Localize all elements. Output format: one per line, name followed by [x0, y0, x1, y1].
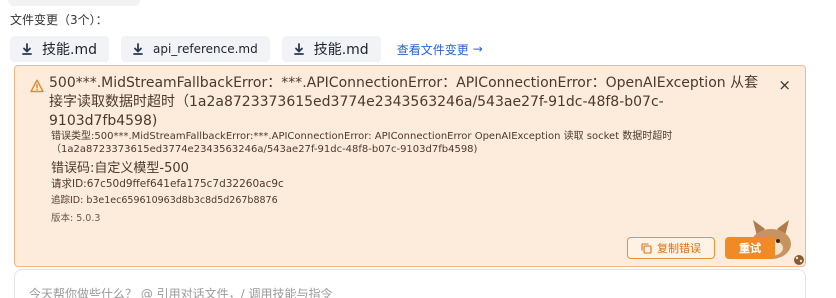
view-file-changes-label: 查看文件变更 [396, 42, 469, 57]
request-id: 请求ID:67c50d9ffef641efa175c7d32260ac9c [51, 178, 284, 190]
error-panel: 500***.MidStreamFallbackError：***.APICon… [14, 65, 806, 267]
file-chip[interactable]: api_reference.md [120, 36, 270, 62]
view-file-changes-link[interactable]: 查看文件变更 → [397, 41, 483, 58]
file-changes-list: 技能.md api_reference.md 技能.md 查看文件变更 → [10, 36, 483, 62]
error-type-line: （1a2a8723373615ed3774e2343563246a/543ae2… [51, 144, 478, 155]
download-icon [20, 42, 34, 56]
copy-icon [641, 242, 652, 254]
trace-id: 追踪ID: b3e1ec659610963d8b3c8d5d267b8876 [51, 195, 278, 206]
retry-button[interactable]: 重试 [725, 237, 775, 259]
file-chip[interactable]: 技能.md [281, 36, 381, 62]
copy-error-label: 复制错误 [657, 242, 701, 255]
warning-icon [30, 78, 44, 93]
file-chip-label: 技能.md [313, 42, 369, 58]
error-title: 500***.MidStreamFallbackError：***.APICon… [49, 74, 769, 131]
error-title-line: 接字读取数据时超时（1a2a8723373615ed3774e234356324… [49, 94, 664, 129]
chat-input[interactable]: 今天帮你做些什么？ @ 引用对话文件，/ 调用技能与指令 [14, 269, 806, 298]
download-icon [131, 42, 145, 56]
version-label: 版本: 5.0.3 [51, 213, 101, 224]
close-icon[interactable]: × [778, 76, 791, 94]
retry-label: 重试 [739, 242, 761, 255]
chat-window: 文件变更（3个）： 技能.md api_reference.md 技能.md 查… [0, 0, 836, 298]
download-icon [292, 42, 306, 56]
previous-message-edge [8, 0, 140, 6]
file-chip[interactable]: 技能.md [10, 36, 109, 62]
chat-input-placeholder: 今天帮你做些什么？ @ 引用对话文件，/ 调用技能与指令 [29, 287, 333, 298]
file-changes-header: 文件变更（3个）： [10, 13, 108, 27]
error-title-line: 500***.MidStreamFallbackError：***.APICon… [49, 75, 759, 91]
error-type-line: 错误类型:500***.MidStreamFallbackError:***.A… [51, 131, 673, 142]
error-code: 错误码:自定义模型-500 [51, 161, 189, 176]
arrow-right-icon: → [472, 42, 483, 56]
error-type: 错误类型:500***.MidStreamFallbackError:***.A… [51, 130, 771, 156]
file-chip-label: 技能.md [42, 42, 97, 58]
copy-error-button[interactable]: 复制错误 [627, 237, 715, 259]
file-chip-label: api_reference.md [152, 42, 258, 56]
